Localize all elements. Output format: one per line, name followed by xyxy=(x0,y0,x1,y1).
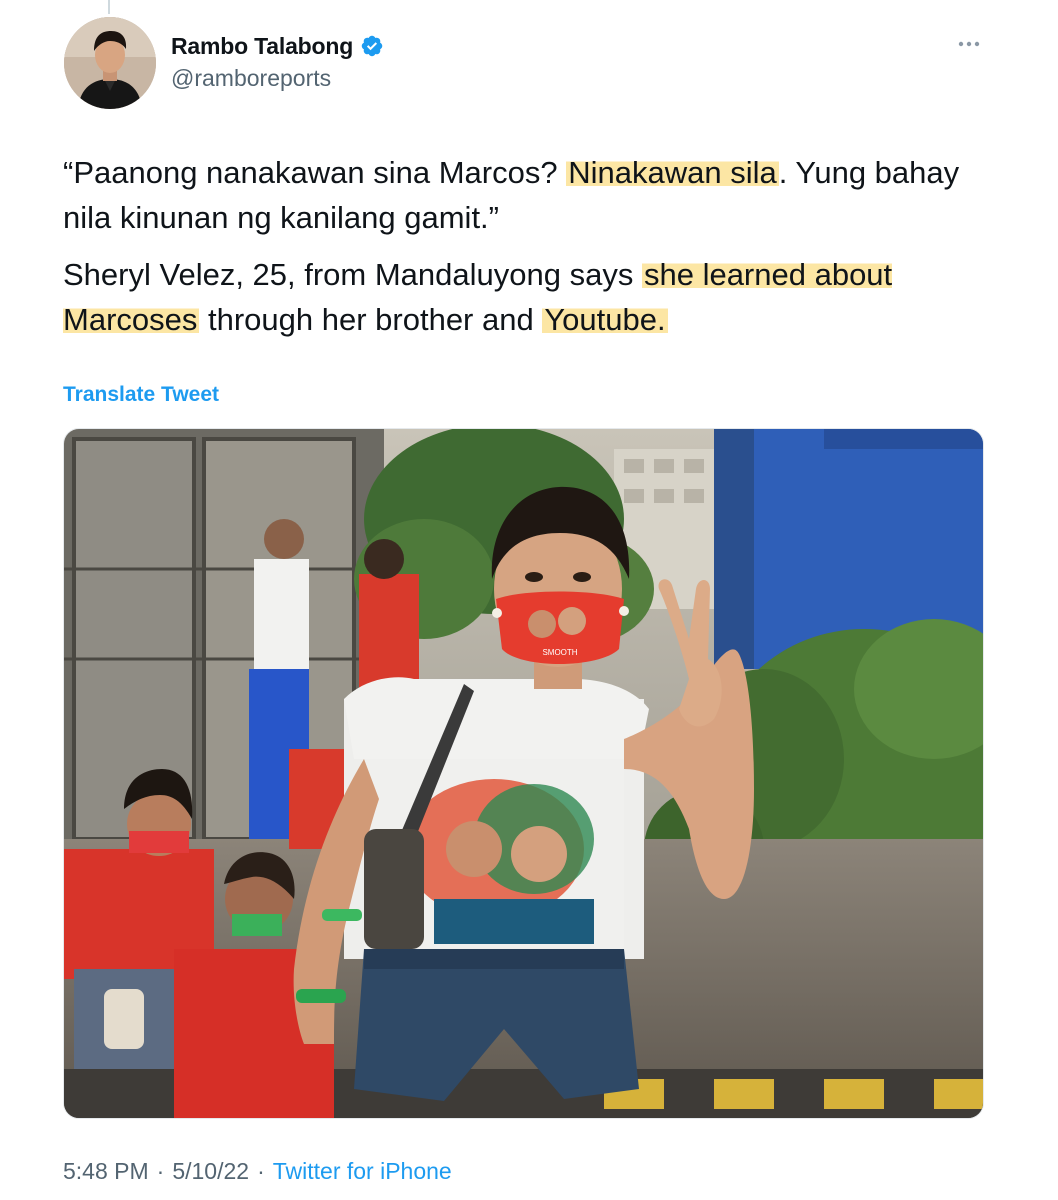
tweet-author: Rambo Talabong @ramboreports xyxy=(171,31,384,92)
mask-print-text: SMOOTH xyxy=(542,648,577,657)
author-avatar[interactable] xyxy=(64,17,156,109)
body-text-middle: through her brother and xyxy=(199,302,543,337)
highlighted-phrase: Youtube. xyxy=(542,302,668,337)
meta-separator: · xyxy=(156,1158,165,1184)
author-handle[interactable]: @ramboreports xyxy=(171,65,384,92)
tweet-date[interactable]: 5/10/22 xyxy=(172,1158,249,1185)
tweet-body-paragraph: Sheryl Velez, 25, from Mandaluyong says … xyxy=(63,252,1003,342)
photo-illustration: SMOOTH xyxy=(64,429,983,1118)
tweet-time[interactable]: 5:48 PM xyxy=(63,1158,149,1185)
tweet-text: “Paanong nanakawan sina Marcos? Ninakawa… xyxy=(63,150,1003,354)
body-text-start: Sheryl Velez, 25, from Mandaluyong says xyxy=(63,257,642,292)
thread-connector-line xyxy=(108,0,110,14)
avatar-image xyxy=(64,17,156,109)
highlighted-phrase: Ninakawan sila xyxy=(566,155,779,190)
more-options-icon[interactable] xyxy=(955,30,983,58)
tweet-quote-paragraph: “Paanong nanakawan sina Marcos? Ninakawa… xyxy=(63,150,1003,240)
tweet-photo[interactable]: SMOOTH xyxy=(63,428,984,1119)
tweet-source-link[interactable]: Twitter for iPhone xyxy=(273,1158,452,1185)
author-name-row: Rambo Talabong xyxy=(171,31,384,61)
verified-badge-icon xyxy=(360,34,384,58)
meta-separator: · xyxy=(257,1158,265,1184)
quote-text-start: “Paanong nanakawan sina Marcos? xyxy=(63,155,567,190)
translate-tweet-link[interactable]: Translate Tweet xyxy=(63,383,219,407)
tweet-metadata: 5:48 PM · 5/10/22 · Twitter for iPhone xyxy=(63,1158,452,1185)
author-display-name[interactable]: Rambo Talabong xyxy=(171,33,353,60)
